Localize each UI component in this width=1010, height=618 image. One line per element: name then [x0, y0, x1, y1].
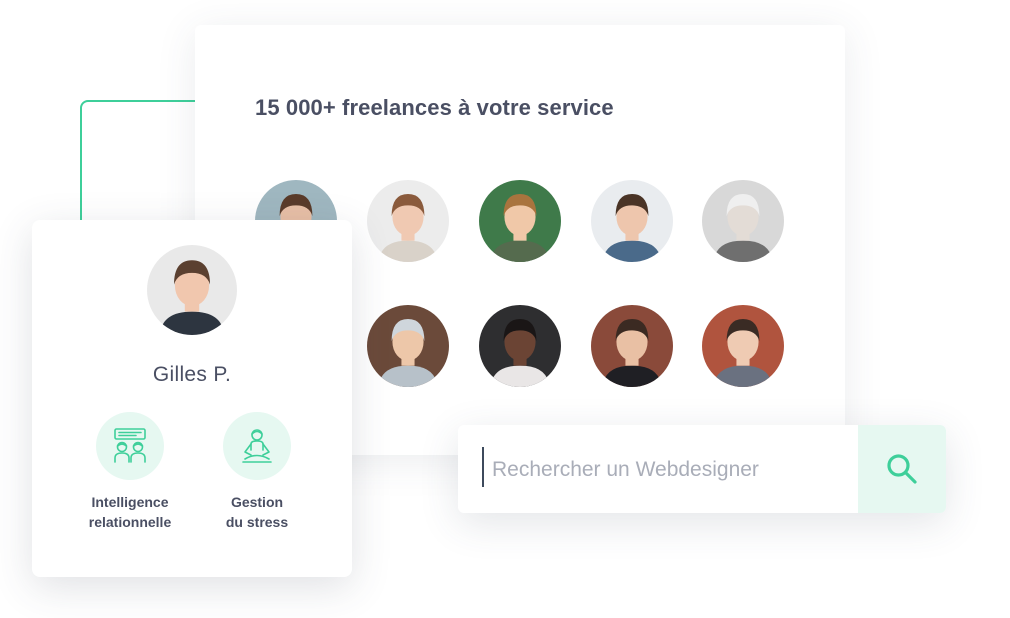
skill-label-line1: Intelligence — [91, 494, 169, 510]
search-bar — [458, 425, 946, 513]
text-cursor — [482, 447, 484, 487]
search-icon — [887, 454, 917, 484]
freelancer-5-avatar[interactable] — [702, 180, 784, 262]
profile-name: Gilles P. — [152, 363, 232, 386]
freelancer-8-avatar[interactable] — [591, 305, 673, 387]
skill-gestion-du-stress: Gestion du stress — [192, 412, 322, 532]
skill-label-line2: relationnelle — [88, 514, 172, 530]
skill-label-line2: du stress — [225, 514, 289, 530]
freelancer-7-avatar[interactable] — [479, 305, 561, 387]
search-button[interactable] — [858, 425, 946, 513]
freelancer-profile-card[interactable]: Gilles P. Intelligence relationnelle Ges… — [32, 220, 352, 577]
freelancers-title: 15 000+ freelances à votre service — [255, 95, 614, 120]
people-chat-icon — [96, 412, 164, 480]
freelancer-2-avatar[interactable] — [367, 180, 449, 262]
freelancer-9-avatar[interactable] — [702, 305, 784, 387]
profile-avatar — [147, 245, 237, 335]
meditation-icon — [223, 412, 291, 480]
skill-intelligence-relationnelle: Intelligence relationnelle — [65, 412, 195, 532]
freelancer-3-avatar[interactable] — [479, 180, 561, 262]
freelancer-6-avatar[interactable] — [367, 305, 449, 387]
skill-label-line1: Gestion — [230, 494, 284, 510]
freelancer-4-avatar[interactable] — [591, 180, 673, 262]
search-input[interactable] — [490, 449, 854, 491]
